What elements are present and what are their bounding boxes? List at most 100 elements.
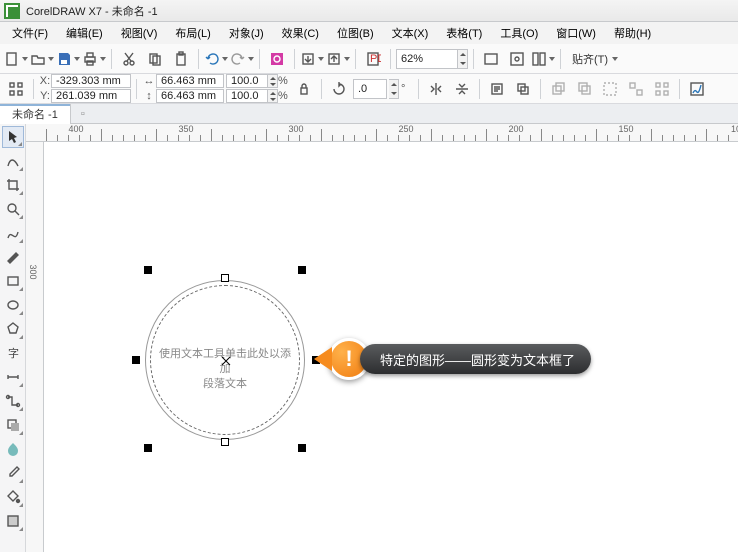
shape-tool[interactable] [2, 150, 24, 172]
group-button[interactable] [598, 77, 622, 101]
interactive-fill-tool[interactable] [2, 486, 24, 508]
selection-handle-tr[interactable] [298, 266, 306, 274]
rotation-icon [327, 77, 351, 101]
snap-to-button[interactable]: 贴齐(T) [566, 48, 624, 70]
title-bar: CorelDRAW X7 - 未命名 -1 [0, 0, 738, 22]
order-button[interactable] [511, 77, 535, 101]
search-content-button[interactable] [265, 47, 289, 71]
menu-help[interactable]: 帮助(H) [606, 23, 659, 43]
new-tab-button[interactable]: ▫ [75, 106, 91, 122]
undo-button[interactable] [204, 47, 228, 71]
document-tab[interactable]: 未命名 -1 [0, 104, 71, 124]
crop-tool[interactable] [2, 174, 24, 196]
menu-bitmap[interactable]: 位图(B) [329, 23, 382, 43]
to-front-button[interactable] [546, 77, 570, 101]
annotation-callout: ! 特定的图形——圆形变为文本框了 [314, 338, 591, 380]
y-label: Y: [39, 90, 51, 102]
wrap-text-button[interactable] [485, 77, 509, 101]
callout-pointer-icon [314, 347, 332, 371]
connector-tool[interactable] [2, 390, 24, 412]
canvas-area: 400 350 300 250 200 150 10 300 使用文本工具单击此… [26, 124, 738, 552]
selection-handle-tm[interactable] [221, 274, 229, 282]
show-rulers-button[interactable] [505, 47, 529, 71]
selection-handle-br[interactable] [298, 444, 306, 452]
pick-tool[interactable] [2, 126, 24, 148]
menu-text[interactable]: 文本(X) [384, 23, 437, 43]
fullscreen-preview-button[interactable] [479, 47, 503, 71]
open-button[interactable] [30, 47, 54, 71]
toolbox: 字 [0, 124, 26, 552]
mirror-horizontal-button[interactable] [424, 77, 448, 101]
polygon-tool[interactable] [2, 318, 24, 340]
drawing-canvas[interactable]: 使用文本工具单击此处以添加段落文本 ! 特定的图形——圆形变为文本框了 [44, 142, 738, 552]
lock-ratio-button[interactable] [292, 77, 316, 101]
window-title: CorelDRAW X7 - 未命名 -1 [26, 3, 158, 19]
selection-handle-tl[interactable] [144, 266, 152, 274]
freehand-tool[interactable] [2, 222, 24, 244]
selection-handle-bm[interactable] [221, 438, 229, 446]
selection-handle-ml[interactable] [132, 356, 140, 364]
svg-text:PDF: PDF [370, 53, 381, 65]
ungroup-button[interactable] [624, 77, 648, 101]
width-icon: ↔ [142, 75, 156, 87]
new-button[interactable] [4, 47, 28, 71]
scale-y-field[interactable]: 100.0 [226, 89, 268, 103]
degree-label: ° [401, 83, 413, 95]
cut-button[interactable] [117, 47, 141, 71]
standard-toolbar: PDF 62% 贴齐(T) [0, 44, 738, 74]
redo-button[interactable] [230, 47, 254, 71]
rectangle-tool[interactable] [2, 270, 24, 292]
menu-object[interactable]: 对象(J) [221, 23, 272, 43]
zoom-tool[interactable] [2, 198, 24, 220]
menu-edit[interactable]: 编辑(E) [58, 23, 111, 43]
save-button[interactable] [56, 47, 80, 71]
x-position-field[interactable]: -329.303 mm [51, 74, 131, 88]
vertical-ruler[interactable]: 300 [26, 142, 44, 552]
transparency-tool[interactable] [2, 438, 24, 460]
menu-effects[interactable]: 效果(C) [274, 23, 327, 43]
scale-x-field[interactable]: 100.0 [226, 74, 268, 88]
zoom-level-combo[interactable]: 62% [396, 49, 468, 69]
menu-layout[interactable]: 布局(L) [167, 23, 218, 43]
publish-pdf-button[interactable]: PDF [361, 47, 385, 71]
selection-center-icon [221, 356, 231, 366]
document-tab-bar: 未命名 -1 ▫ [0, 104, 738, 124]
paragraph-text-hint: 使用文本工具单击此处以添加段落文本 [155, 347, 295, 392]
copy-button[interactable] [143, 47, 167, 71]
height-icon: ↕ [142, 90, 156, 102]
height-field[interactable]: 66.463 mm [156, 89, 224, 103]
width-field[interactable]: 66.463 mm [156, 74, 224, 88]
to-back-button[interactable] [572, 77, 596, 101]
export-button[interactable] [326, 47, 350, 71]
smart-fill-tool[interactable] [2, 510, 24, 532]
menu-file[interactable]: 文件(F) [4, 23, 56, 43]
dockers-button[interactable] [531, 47, 555, 71]
drop-shadow-tool[interactable] [2, 414, 24, 436]
parallel-dimension-tool[interactable] [2, 366, 24, 388]
import-button[interactable] [300, 47, 324, 71]
menu-table[interactable]: 表格(T) [438, 23, 490, 43]
property-bar: X: -329.303 mm Y: 261.039 mm ↔ 66.463 mm… [0, 74, 738, 104]
x-label: X: [39, 75, 51, 87]
zoom-value[interactable]: 62% [396, 49, 458, 69]
horizontal-ruler[interactable]: 400 350 300 250 200 150 10 [26, 124, 738, 142]
menu-view[interactable]: 视图(V) [113, 23, 166, 43]
convert-to-curves-button[interactable] [685, 77, 709, 101]
menu-bar: 文件(F) 编辑(E) 视图(V) 布局(L) 对象(J) 效果(C) 位图(B… [0, 22, 738, 44]
app-logo-icon [4, 3, 20, 19]
selection-handle-bl[interactable] [144, 444, 152, 452]
presets-button[interactable] [4, 77, 28, 101]
print-button[interactable] [82, 47, 106, 71]
menu-window[interactable]: 窗口(W) [548, 23, 604, 43]
rotation-field[interactable]: .0 [353, 79, 387, 99]
paste-button[interactable] [169, 47, 193, 71]
menu-tools[interactable]: 工具(O) [492, 23, 546, 43]
ellipse-tool[interactable] [2, 294, 24, 316]
color-eyedropper-tool[interactable] [2, 462, 24, 484]
mirror-vertical-button[interactable] [450, 77, 474, 101]
text-tool[interactable]: 字 [2, 342, 24, 364]
ungroup-all-button[interactable] [650, 77, 674, 101]
y-position-field[interactable]: 261.039 mm [51, 89, 131, 103]
artistic-media-tool[interactable] [2, 246, 24, 268]
callout-bubble: 特定的图形——圆形变为文本框了 [360, 344, 591, 374]
